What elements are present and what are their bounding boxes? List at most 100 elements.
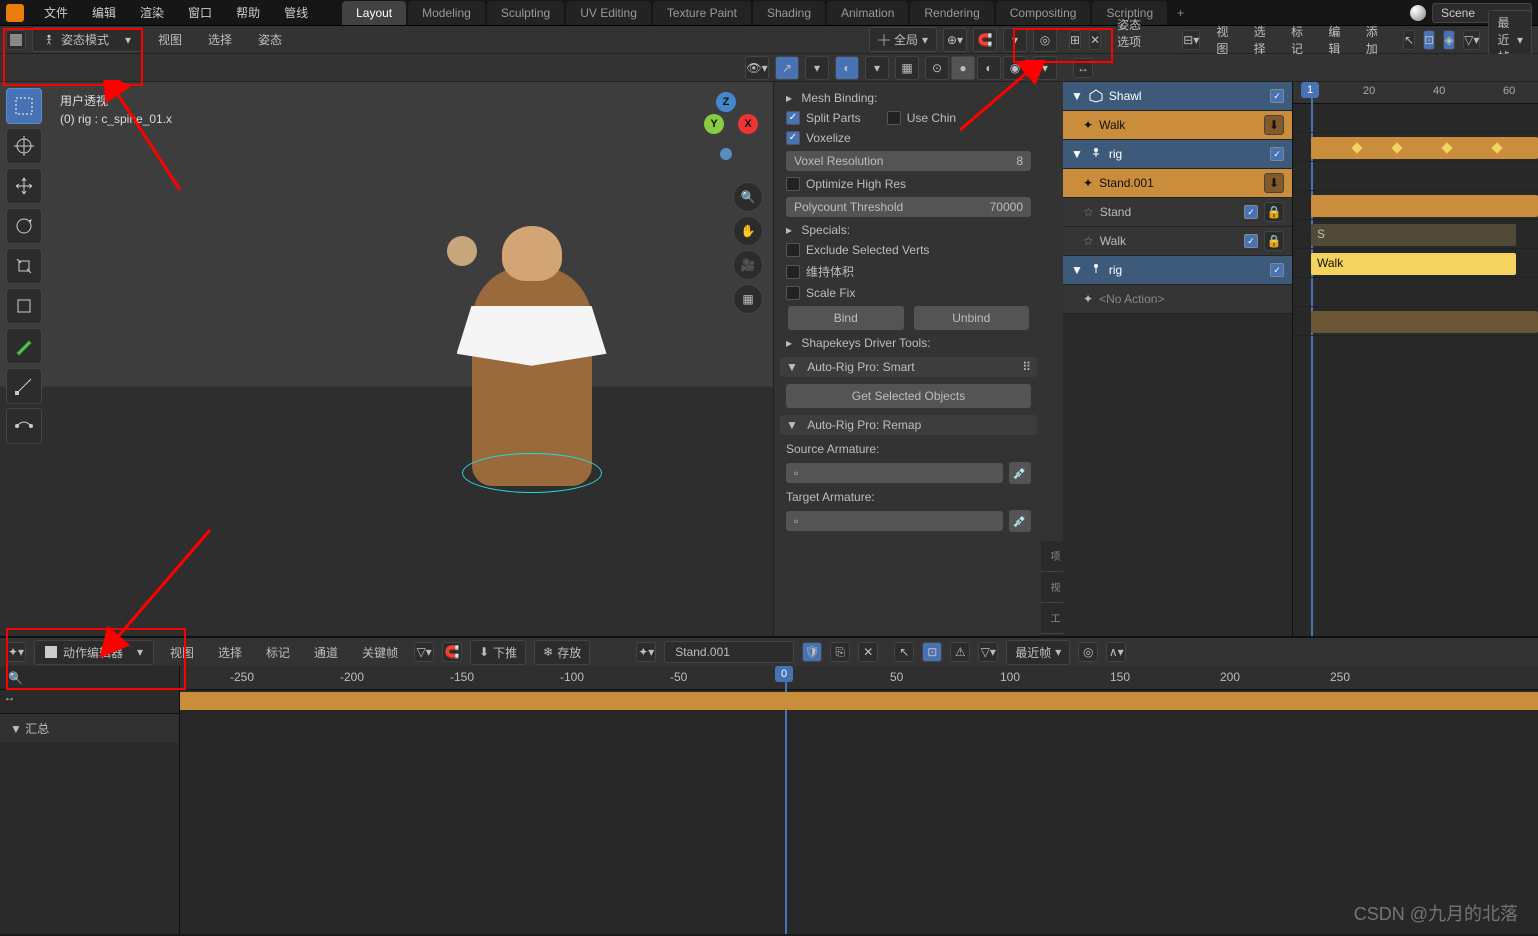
track-stand001-action[interactable]: ✦Stand.001⬇	[1063, 169, 1292, 198]
eyedropper-icon[interactable]: 💉	[1009, 462, 1031, 484]
bind-button[interactable]: Bind	[788, 306, 904, 330]
track-toggle[interactable]	[1244, 234, 1258, 248]
transform-tool[interactable]	[6, 288, 42, 324]
npanel-tab-item[interactable]: 项	[1041, 541, 1063, 572]
add-workspace-icon[interactable]: +	[1169, 1, 1192, 25]
strip-walk[interactable]: Walk	[1311, 253, 1516, 275]
pushdown-button[interactable]: ⬇ 下推	[470, 640, 526, 665]
tab-texturepaint[interactable]: Texture Paint	[653, 1, 751, 25]
cursor-tool[interactable]	[6, 128, 42, 164]
ae-menu-keyframe[interactable]: 关键帧	[354, 641, 406, 664]
ae-search[interactable]: 🔍	[0, 666, 179, 690]
track-rig[interactable]: ▼ rig	[1063, 140, 1292, 169]
unbind-button[interactable]: Unbind	[914, 306, 1030, 330]
3d-model[interactable]	[472, 266, 592, 486]
nla-snap1-icon[interactable]: ⊡	[1423, 30, 1435, 50]
camera-icon[interactable]: 🎥	[733, 250, 763, 280]
tab-compositing[interactable]: Compositing	[996, 1, 1091, 25]
persp-icon[interactable]: ▦	[733, 284, 763, 314]
nla-timeline[interactable]: 20 40 60 1 S Walk	[1293, 82, 1538, 636]
track-walk-action[interactable]: ✦Walk⬇	[1063, 111, 1292, 140]
nla-cursor-icon[interactable]: ↖	[1403, 30, 1415, 50]
strip-s[interactable]: S	[1311, 224, 1516, 246]
lock-icon[interactable]: 🔒	[1264, 202, 1284, 222]
gizmo-toggle-icon[interactable]: ↗	[775, 56, 799, 80]
eyedropper-icon-2[interactable]: 💉	[1009, 510, 1031, 532]
source-arm-field[interactable]: ▫	[786, 463, 1003, 483]
transform-orientation[interactable]: 全局▾	[869, 27, 937, 52]
voxelize-checkbox[interactable]	[786, 131, 800, 145]
nla-scroll-icon[interactable]: ↔	[1073, 58, 1093, 78]
axis-neg-icon[interactable]	[720, 148, 732, 160]
poly-thresh-field[interactable]: Polycount Threshold70000	[786, 197, 1031, 217]
new-action-icon[interactable]: ⎘	[830, 642, 850, 662]
exclude-verts-checkbox[interactable]	[786, 243, 800, 257]
track-rig-2[interactable]: ▼ rig	[1063, 256, 1292, 285]
vp-menu-view[interactable]: 视图	[148, 28, 192, 51]
menu-pipeline[interactable]: 管线	[274, 0, 318, 25]
ae-cursor-icon[interactable]: ↖	[894, 642, 914, 662]
pan-icon[interactable]: ✋	[733, 216, 763, 246]
stash-button[interactable]: ❄ 存放	[534, 640, 590, 665]
move-tool[interactable]	[6, 168, 42, 204]
nla-editortype-icon[interactable]: ⊟▾	[1182, 30, 1200, 50]
nla-snap2-icon[interactable]: ◈	[1443, 30, 1455, 50]
ae-timeline[interactable]: -250 -200 -150 -100 -50 0 50 100 150 200…	[180, 666, 1538, 934]
visibility-icon[interactable]: 👁▾	[745, 56, 769, 80]
vp-menu-select[interactable]: 选择	[198, 28, 242, 51]
lock-icon[interactable]: 🔒	[1264, 231, 1284, 251]
ae-dd-icon[interactable]: ∧▾	[1106, 642, 1126, 662]
gizmo-dd-icon[interactable]: ▾	[805, 56, 829, 80]
mode-dropdown[interactable]: 姿态模式 ▾	[32, 27, 142, 52]
tab-shading[interactable]: Shading	[753, 1, 825, 25]
rotate-tool[interactable]	[6, 208, 42, 244]
zoom-icon[interactable]: 🔍	[733, 182, 763, 212]
tab-rendering[interactable]: Rendering	[910, 1, 993, 25]
menu-render[interactable]: 渲染	[130, 0, 174, 25]
strip-noaction[interactable]	[1311, 311, 1538, 333]
ae-range-dd[interactable]: 最近帧▾	[1006, 640, 1070, 665]
strip-stand001[interactable]	[1311, 195, 1538, 217]
ae-mode-dropdown[interactable]: 动作编辑器 ▾	[34, 640, 154, 665]
tab-sculpting[interactable]: Sculpting	[487, 1, 564, 25]
npanel-tab-tool[interactable]: 工	[1041, 603, 1063, 634]
measure-tool[interactable]	[6, 368, 42, 404]
arp-smart-header[interactable]: ▼ Auto-Rig Pro: Smart⠿	[780, 357, 1037, 377]
solid-icon[interactable]: ●	[951, 56, 975, 80]
ae-menu-channel[interactable]: 通道	[306, 641, 346, 664]
tab-modeling[interactable]: Modeling	[408, 1, 485, 25]
ae-filter-icon[interactable]: ▽▾	[414, 642, 434, 662]
axis-x-icon[interactable]: X	[738, 114, 758, 134]
summary-strip[interactable]	[180, 692, 1538, 710]
menu-window[interactable]: 窗口	[178, 0, 222, 25]
tab-uvediting[interactable]: UV Editing	[566, 1, 651, 25]
axis-y-icon[interactable]: Y	[704, 114, 724, 134]
nla-ruler[interactable]: 20 40 60	[1293, 82, 1538, 104]
scale-tool[interactable]	[6, 248, 42, 284]
extra-tool[interactable]	[6, 408, 42, 444]
track-stand[interactable]: ☆Stand🔒	[1063, 198, 1292, 227]
viewport-body[interactable]: 用户透视 (0) rig : c_spine_01.x Z Y X 🔍 ✋ 🎥 …	[0, 82, 1063, 636]
nla-filter-icon[interactable]: ▽▾	[1463, 30, 1480, 50]
ae-summary[interactable]: ▼ 汇总	[0, 714, 179, 743]
voxel-res-field[interactable]: Voxel Resolution8	[786, 151, 1031, 171]
action-name-field[interactable]: Stand.001	[664, 641, 794, 663]
editor-type-icon[interactable]	[6, 30, 26, 50]
annotate-tool[interactable]	[6, 328, 42, 364]
pivot-icon[interactable]: ⊕▾	[943, 28, 967, 52]
ae-tog1-icon[interactable]: ⊡	[922, 642, 942, 662]
keep-volume-checkbox[interactable]	[786, 265, 800, 279]
optimize-checkbox[interactable]	[786, 177, 800, 191]
arp-remap-header[interactable]: ▼ Auto-Rig Pro: Remap	[780, 415, 1037, 435]
get-selected-button[interactable]: Get Selected Objects	[786, 384, 1031, 408]
target-arm-field[interactable]: ▫	[786, 511, 1003, 531]
unlink-action-icon[interactable]: ✕	[858, 642, 878, 662]
pushdown-icon[interactable]: ⬇	[1264, 173, 1284, 193]
use-chin-checkbox[interactable]	[887, 111, 901, 125]
menu-help[interactable]: 帮助	[226, 0, 270, 25]
vp-menu-pose[interactable]: 姿态	[248, 28, 292, 51]
track-noaction[interactable]: ✦<No Action>	[1063, 285, 1292, 314]
ae-scroll-left[interactable]: ↔	[0, 690, 179, 714]
tab-layout[interactable]: Layout	[342, 1, 406, 25]
axis-z-icon[interactable]: Z	[716, 92, 736, 112]
